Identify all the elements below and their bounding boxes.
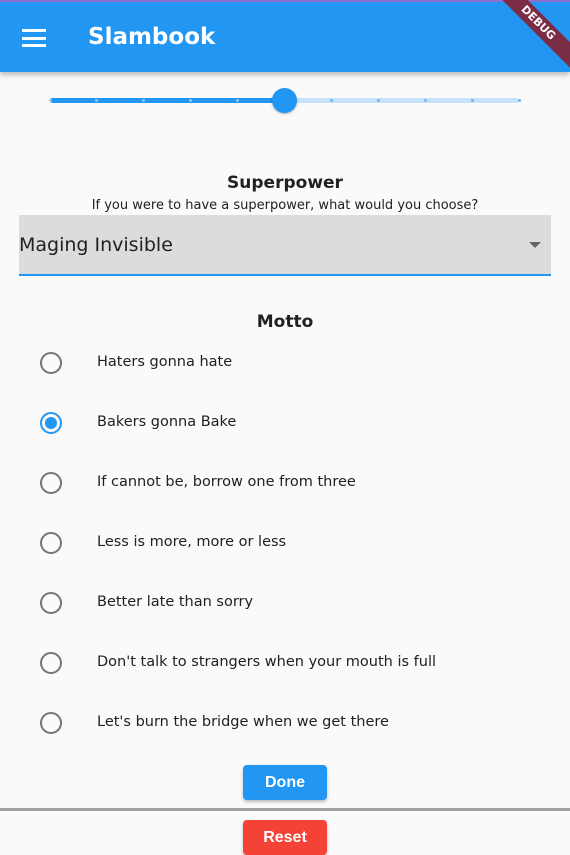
divider	[0, 808, 570, 811]
superpower-question: If you were to have a superpower, what w…	[91, 198, 479, 213]
motto-option-label: Bakers gonna Bake	[97, 414, 237, 430]
slider-tick	[376, 99, 380, 102]
radio-button[interactable]	[40, 592, 62, 614]
motto-option[interactable]: Bakers gonna Bake	[0, 402, 570, 462]
motto-option[interactable]: Less is more, more or less	[0, 522, 570, 582]
app-title: Slambook	[88, 24, 216, 50]
motto-option-label: Don't talk to strangers when your mouth …	[97, 654, 437, 670]
motto-option-label: Let's burn the bridge when we get there	[97, 714, 389, 730]
superpower-heading: Superpower	[227, 173, 343, 193]
dropdown-selected-value: Maging Invisible	[19, 234, 173, 256]
hamburger-menu-icon[interactable]	[22, 29, 46, 47]
motto-option[interactable]: Don't talk to strangers when your mouth …	[0, 642, 570, 702]
slider-tick	[470, 99, 474, 102]
radio-button[interactable]	[40, 352, 62, 374]
radio-button[interactable]	[40, 412, 62, 434]
slider-tick	[329, 99, 333, 102]
slider-tick	[517, 99, 521, 102]
radio-button[interactable]	[40, 472, 62, 494]
slider-track-inactive	[284, 98, 519, 103]
motto-option[interactable]: Better late than sorry	[0, 582, 570, 642]
radio-button[interactable]	[40, 712, 62, 734]
rating-slider[interactable]	[48, 88, 521, 113]
slider-track-active	[50, 98, 285, 103]
motto-option-label: Better late than sorry	[97, 594, 254, 610]
dropdown-arrow-icon	[529, 242, 541, 248]
motto-option[interactable]: If cannot be, borrow one from three	[0, 462, 570, 522]
motto-option[interactable]: Let's burn the bridge when we get there	[0, 702, 570, 762]
motto-option-label: Haters gonna hate	[97, 354, 233, 370]
slider-tick	[48, 99, 52, 102]
motto-heading: Motto	[256, 312, 314, 332]
radio-button[interactable]	[40, 532, 62, 554]
reset-button[interactable]: Reset	[243, 820, 327, 855]
radio-button[interactable]	[40, 652, 62, 674]
motto-option-label: Less is more, more or less	[97, 534, 287, 550]
done-button[interactable]: Done	[243, 765, 327, 800]
slider-tick	[423, 99, 427, 102]
motto-option[interactable]: Haters gonna hate	[0, 342, 570, 402]
superpower-dropdown[interactable]: Maging Invisible	[19, 215, 551, 276]
app-bar: Slambook	[0, 0, 570, 72]
slider-thumb[interactable]	[272, 88, 297, 113]
motto-option-label: If cannot be, borrow one from three	[97, 474, 356, 490]
